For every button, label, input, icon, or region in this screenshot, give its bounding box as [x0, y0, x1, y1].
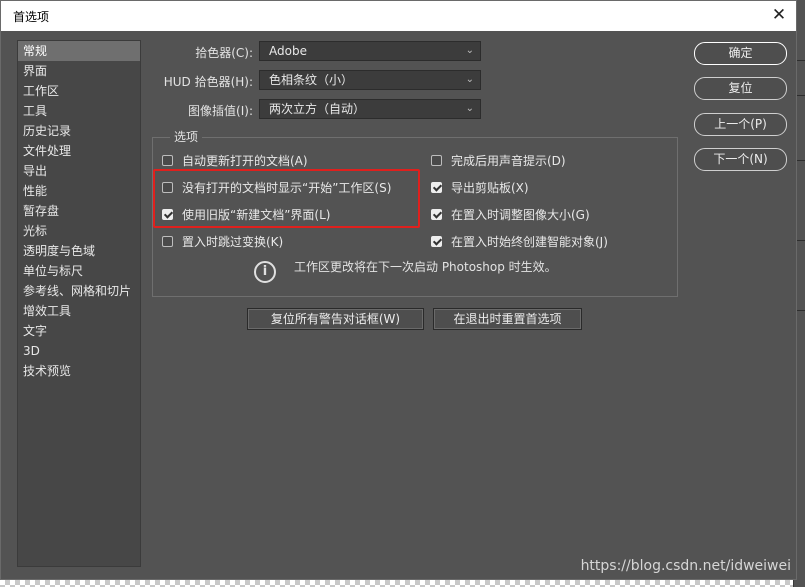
sidebar-item-units-rulers[interactable]: 单位与标尺: [18, 261, 140, 281]
sidebar-item-guides-grid[interactable]: 参考线、网格和切片: [18, 281, 140, 301]
watermark-url: https://blog.csdn.net/idweiwei: [580, 558, 791, 574]
sidebar-item-performance[interactable]: 性能: [18, 181, 140, 201]
info-icon: i: [254, 261, 276, 283]
interpolation-select[interactable]: 两次立方（自动） ⌄: [259, 99, 481, 119]
sidebar-item-plugins[interactable]: 增效工具: [18, 301, 140, 321]
options-group-title: 选项: [170, 128, 203, 145]
interpolation-label: 图像插值(I):: [188, 104, 253, 118]
sidebar-item-history[interactable]: 历史记录: [18, 121, 140, 141]
reset-on-quit-button[interactable]: 在退出时重置首选项: [433, 308, 582, 330]
checkbox-label: 在置入时调整图像大小(G): [451, 208, 590, 222]
checkbox-box: [162, 155, 173, 166]
checkbox-box-checked: [431, 182, 442, 193]
sidebar-item-scratch-disks[interactable]: 暂存盘: [18, 201, 140, 221]
hud-picker-value: 色相条纹（小）: [269, 73, 354, 87]
checkbox-box-checked: [431, 236, 442, 247]
sidebar-item-transparency[interactable]: 透明度与色域: [18, 241, 140, 261]
checkbox-box: [162, 236, 173, 247]
hud-picker-select[interactable]: 色相条纹（小） ⌄: [259, 70, 481, 90]
checkbox-label: 导出剪贴板(X): [451, 181, 529, 195]
color-picker-select[interactable]: Adobe ⌄: [259, 41, 481, 61]
checkbox-label: 置入时跳过变换(K): [182, 235, 284, 249]
sidebar-item-type[interactable]: 文字: [18, 321, 140, 341]
checkbox-box: [431, 155, 442, 166]
sidebar-item-tech-preview[interactable]: 技术预览: [18, 361, 140, 381]
sidebar-item-tools[interactable]: 工具: [18, 101, 140, 121]
skip-transform-checkbox[interactable]: 置入时跳过变换(K): [162, 233, 283, 250]
sidebar-item-workspace[interactable]: 工作区: [18, 81, 140, 101]
close-icon[interactable]: ✕: [768, 4, 790, 26]
next-button[interactable]: 下一个(N): [694, 148, 787, 171]
sidebar-item-export[interactable]: 导出: [18, 161, 140, 181]
info-message: 工作区更改将在下一次启动 Photoshop 时生效。: [294, 260, 557, 274]
checkbox-label: 完成后用声音提示(D): [451, 154, 566, 168]
chevron-down-icon: ⌄: [465, 45, 474, 56]
sidebar-item-general[interactable]: 常规: [18, 41, 140, 61]
ok-button[interactable]: 确定: [694, 42, 787, 65]
dialog-title: 首选项: [13, 10, 50, 24]
color-picker-label: 拾色器(C):: [195, 46, 253, 60]
checkbox-box-checked: [431, 209, 442, 220]
smart-object-on-place-checkbox[interactable]: 在置入时始终创建智能对象(J): [431, 233, 608, 250]
export-clipboard-checkbox[interactable]: 导出剪贴板(X): [431, 179, 529, 196]
red-highlight-box: [153, 169, 420, 228]
hud-picker-label: HUD 拾色器(H):: [163, 75, 253, 89]
sidebar-item-file-handling[interactable]: 文件处理: [18, 141, 140, 161]
resize-on-place-checkbox[interactable]: 在置入时调整图像大小(G): [431, 206, 590, 223]
sidebar-item-cursors[interactable]: 光标: [18, 221, 140, 241]
beep-when-done-checkbox[interactable]: 完成后用声音提示(D): [431, 152, 566, 169]
chevron-down-icon: ⌄: [465, 103, 474, 114]
checkbox-label: 在置入时始终创建智能对象(J): [451, 235, 608, 249]
reset-warnings-button[interactable]: 复位所有警告对话框(W): [247, 308, 424, 330]
auto-update-docs-checkbox[interactable]: 自动更新打开的文档(A): [162, 152, 308, 169]
reset-button[interactable]: 复位: [694, 77, 787, 100]
interpolation-value: 两次立方（自动）: [269, 102, 366, 116]
checkbox-label: 自动更新打开的文档(A): [182, 154, 308, 168]
color-picker-value: Adobe: [269, 44, 307, 58]
prev-button[interactable]: 上一个(P): [694, 113, 787, 136]
sidebar-item-interface[interactable]: 界面: [18, 61, 140, 81]
chevron-down-icon: ⌄: [465, 74, 474, 85]
category-list: 常规 界面 工作区 工具 历史记录 文件处理 导出 性能 暂存盘 光标 透明度与…: [17, 40, 141, 567]
sidebar-item-3d[interactable]: 3D: [18, 341, 140, 361]
title-bar: 首选项 ✕: [1, 1, 796, 31]
